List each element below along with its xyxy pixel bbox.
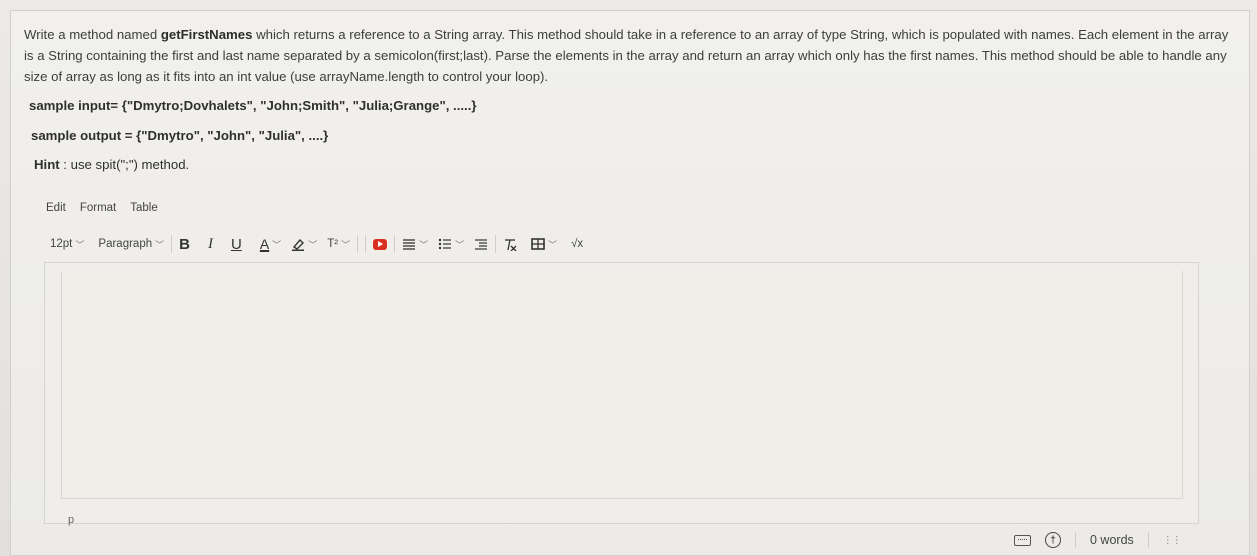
word-count[interactable]: 0 words bbox=[1090, 533, 1134, 547]
embed-media-button[interactable] bbox=[373, 238, 388, 250]
chevron-down-icon: ﹀ bbox=[419, 239, 429, 250]
question-text: Write a method named getFirstNames which… bbox=[24, 24, 1229, 87]
superscript-button[interactable]: T² ﹀ bbox=[327, 238, 350, 251]
table-icon bbox=[531, 238, 545, 250]
media-play-icon bbox=[373, 238, 388, 250]
chevron-down-icon: ﹀ bbox=[75, 239, 85, 250]
underline-button[interactable]: U bbox=[231, 236, 242, 253]
chevron-down-icon: ﹀ bbox=[308, 239, 318, 250]
indent-icon bbox=[475, 239, 488, 250]
keyboard-icon[interactable] bbox=[1014, 534, 1031, 546]
bullet-list-icon bbox=[438, 238, 452, 250]
block-format-dropdown[interactable]: Paragraph ﹀ bbox=[98, 238, 164, 251]
chevron-down-icon: ﹀ bbox=[272, 239, 282, 250]
statusbar-divider bbox=[1147, 532, 1149, 548]
highlighter-icon bbox=[292, 238, 305, 251]
align-left-icon bbox=[403, 239, 416, 250]
hint: Hint : use spit(";") method. bbox=[34, 157, 189, 172]
clear-formatting-icon bbox=[505, 238, 517, 251]
toolbar-divider bbox=[495, 235, 497, 253]
toolbar-divider bbox=[357, 235, 359, 253]
question-prefix: Write a method named bbox=[24, 27, 161, 42]
toolbar-divider bbox=[365, 235, 367, 253]
editor-statusbar: † 0 words ⋮⋮ bbox=[1014, 532, 1182, 548]
indent-button[interactable] bbox=[474, 238, 488, 250]
font-size-dropdown[interactable]: 12pt ﹀ bbox=[50, 238, 84, 251]
hint-text: : use spit(";") method. bbox=[59, 157, 190, 172]
element-path[interactable]: p bbox=[68, 514, 74, 526]
chevron-down-icon: ﹀ bbox=[155, 239, 165, 250]
table-dropdown[interactable]: ﹀ bbox=[531, 238, 557, 251]
bold-button[interactable]: B bbox=[179, 236, 190, 253]
sample-input: sample input= {"Dmytro;Dovhalets", "John… bbox=[29, 98, 477, 113]
method-name: getFirstNames bbox=[160, 27, 253, 42]
rich-text-editor[interactable] bbox=[44, 262, 1199, 524]
clear-formatting-button[interactable] bbox=[503, 238, 517, 251]
toolbar-divider bbox=[171, 235, 173, 253]
accessibility-icon[interactable]: † bbox=[1045, 532, 1061, 548]
menu-edit[interactable]: Edit bbox=[46, 202, 66, 214]
equation-button[interactable]: √x bbox=[571, 238, 583, 250]
editor-toolbar: 12pt﹀ Paragraph﹀ B I U A﹀ ﹀ T²﹀ ﹀ ﹀ bbox=[50, 232, 690, 256]
hint-label: Hint bbox=[34, 157, 60, 172]
chevron-down-icon: ﹀ bbox=[548, 239, 558, 250]
list-dropdown[interactable]: ﹀ bbox=[438, 238, 464, 251]
toolbar-divider bbox=[394, 235, 396, 253]
editor-menubar: Edit Format Table bbox=[46, 202, 158, 214]
chevron-down-icon: ﹀ bbox=[341, 239, 351, 250]
statusbar-divider bbox=[1075, 532, 1076, 548]
highlight-color-button[interactable]: ﹀ bbox=[291, 237, 317, 251]
sample-output: sample output = {"Dmytro", "John", "Juli… bbox=[31, 128, 329, 143]
editor-body[interactable] bbox=[61, 271, 1183, 499]
resize-handle-icon[interactable]: ⋮⋮ bbox=[1163, 535, 1182, 546]
align-dropdown[interactable]: ﹀ bbox=[402, 238, 428, 251]
chevron-down-icon: ﹀ bbox=[455, 239, 465, 250]
italic-button[interactable]: I bbox=[208, 236, 213, 253]
text-color-button[interactable]: A ﹀ bbox=[260, 236, 281, 252]
menu-format[interactable]: Format bbox=[80, 202, 116, 214]
menu-table[interactable]: Table bbox=[130, 202, 158, 214]
